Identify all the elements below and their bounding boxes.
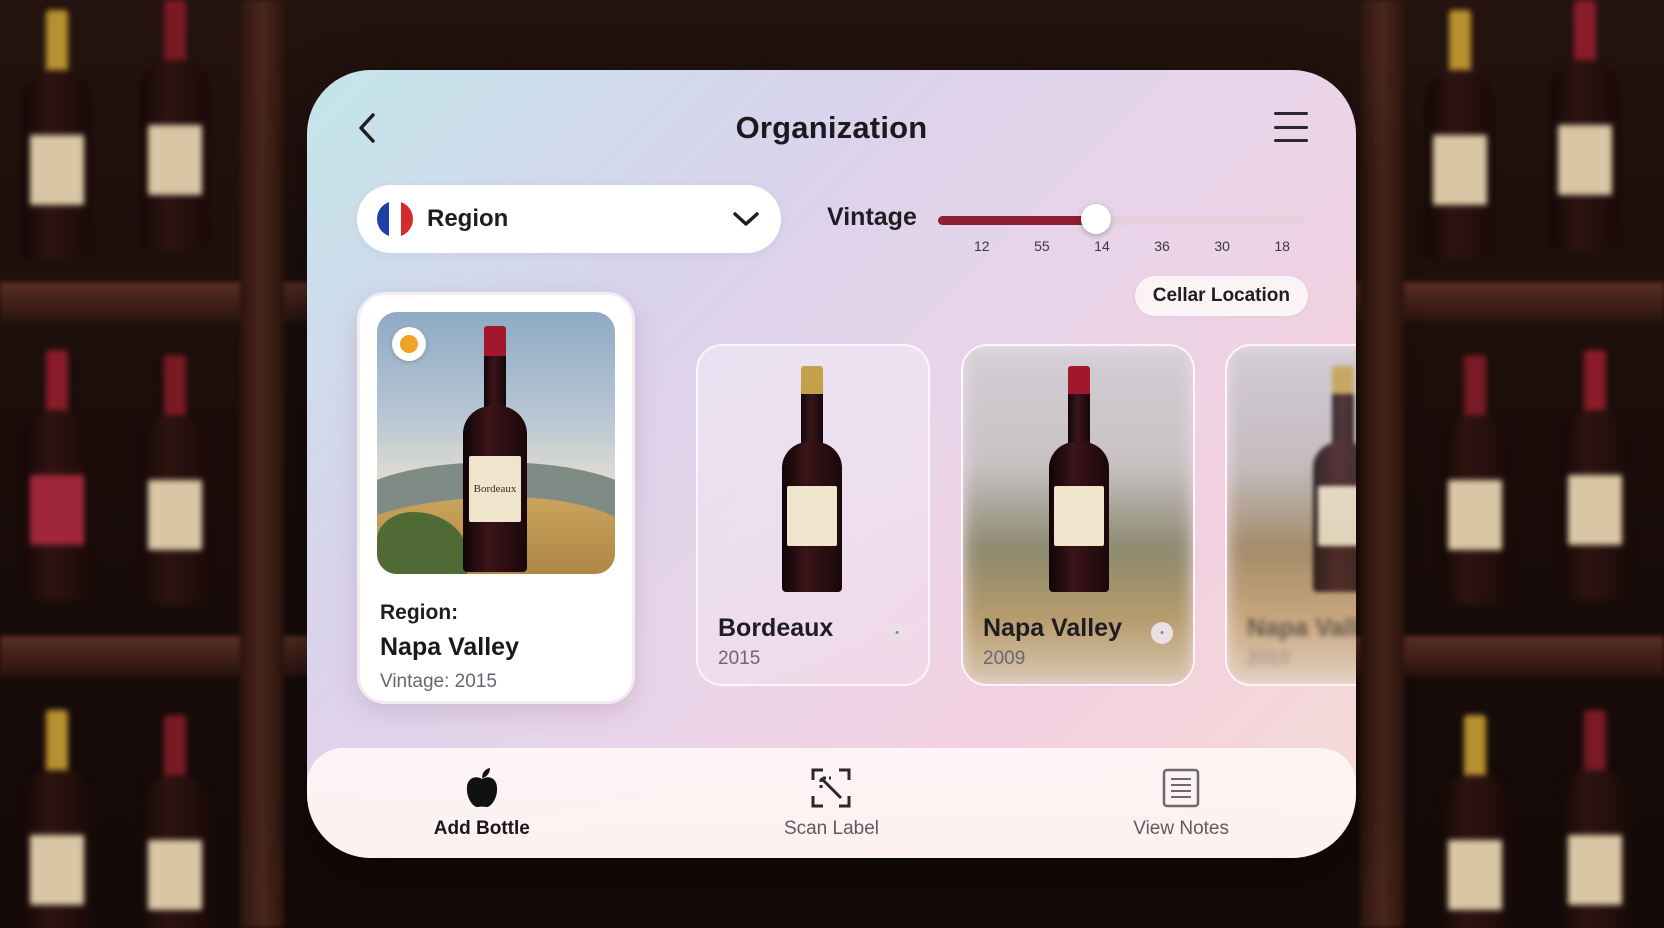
background-bottle xyxy=(1440,355,1510,605)
background-bottle xyxy=(1560,710,1630,928)
chevron-down-icon xyxy=(731,204,761,234)
background-bottle xyxy=(22,10,92,260)
page-title: Organization xyxy=(735,110,928,145)
vintage-tick: 18 xyxy=(1274,238,1290,254)
background-bottle xyxy=(1560,350,1630,600)
bottle-card[interactable]: Bordeaux 2015 • xyxy=(696,344,930,686)
bottle-label xyxy=(1054,486,1104,546)
vintage-tick: 55 xyxy=(1034,238,1050,254)
background-bottle xyxy=(1425,10,1495,260)
more-dot-icon[interactable]: • xyxy=(886,622,908,644)
card-region-name: Napa Valley xyxy=(380,633,519,661)
flag-stripe-red xyxy=(401,201,413,237)
bottle-card[interactable]: Napa Valley 2009 • xyxy=(961,344,1195,686)
bottle-label xyxy=(1318,486,1356,546)
card-year: 2010 xyxy=(1247,648,1290,669)
background-post xyxy=(1360,0,1404,928)
background-bottle xyxy=(140,0,210,250)
bottle-card[interactable]: Napa Valley 2010 xyxy=(1225,344,1356,686)
slider-thumb[interactable] xyxy=(1080,204,1111,234)
bottle-label xyxy=(787,486,837,546)
card-year: 2015 xyxy=(718,648,761,669)
background-bottle xyxy=(1440,715,1510,928)
flag-stripe-blue xyxy=(377,201,389,237)
background-bottle xyxy=(22,350,92,600)
bottom-toolbar: Add Bottle Scan Label View Notes xyxy=(307,748,1356,858)
hamburger-line xyxy=(1274,139,1308,142)
card-year: 2009 xyxy=(983,648,1026,669)
background-bottle xyxy=(140,715,210,928)
scan-frame-icon xyxy=(811,766,851,810)
card-caption: Region: xyxy=(380,601,459,624)
view-notes-button[interactable]: View Notes xyxy=(1081,766,1281,840)
vintage-tick: 36 xyxy=(1154,238,1170,254)
organization-panel: Organization Region Vintage 12 55 14 36 … xyxy=(307,70,1356,858)
france-flag-icon xyxy=(377,201,413,237)
add-bottle-button[interactable]: Add Bottle xyxy=(382,766,582,840)
card-name: Napa Valley xyxy=(983,614,1122,642)
card-name: Bordeaux xyxy=(718,614,834,642)
view-notes-label: View Notes xyxy=(1133,818,1230,839)
add-bottle-label: Add Bottle xyxy=(433,818,530,839)
wine-bottle xyxy=(782,366,842,592)
selected-bottle-card[interactable]: Bordeaux Region: Napa Valley Vintage: 20… xyxy=(357,292,635,704)
hamburger-menu-icon xyxy=(1274,112,1308,115)
wine-bottle xyxy=(1313,366,1356,592)
cellar-location-button[interactable]: Cellar Location xyxy=(1134,276,1308,316)
wine-bottle: Bordeaux xyxy=(463,326,527,572)
background-post xyxy=(240,0,284,928)
document-lines-icon xyxy=(1162,766,1200,810)
bottle-label: Bordeaux xyxy=(469,456,521,522)
flag-stripe-white xyxy=(389,201,401,237)
vintage-tick: 14 xyxy=(1094,238,1110,254)
menu-button[interactable] xyxy=(1274,112,1308,142)
wine-bottle xyxy=(1049,366,1109,592)
favorite-badge-icon[interactable] xyxy=(392,327,426,361)
card-vintage: Vintage: 2015 xyxy=(380,671,497,692)
region-dropdown-label: Region xyxy=(427,205,509,232)
region-dropdown[interactable]: Region xyxy=(357,185,781,253)
background-bottle xyxy=(22,710,92,928)
background-bottle xyxy=(140,355,210,605)
badge-dot xyxy=(400,335,418,353)
apple-icon xyxy=(464,766,500,810)
vintage-ticks: 12 55 14 36 30 18 xyxy=(974,238,1290,254)
more-dot-icon[interactable]: • xyxy=(1151,622,1173,644)
vintage-tick: 30 xyxy=(1214,238,1230,254)
slider-fill xyxy=(938,216,1096,225)
scan-label-label: Scan Label xyxy=(783,818,880,839)
scan-label-button[interactable]: Scan Label xyxy=(731,766,931,840)
vintage-tick: 12 xyxy=(974,238,990,254)
card-name: Napa Valley xyxy=(1247,614,1356,642)
hamburger-line xyxy=(1274,125,1308,129)
background-bottle xyxy=(1550,0,1620,250)
vintage-label: Vintage xyxy=(827,203,917,231)
vintage-slider[interactable] xyxy=(938,204,1305,234)
